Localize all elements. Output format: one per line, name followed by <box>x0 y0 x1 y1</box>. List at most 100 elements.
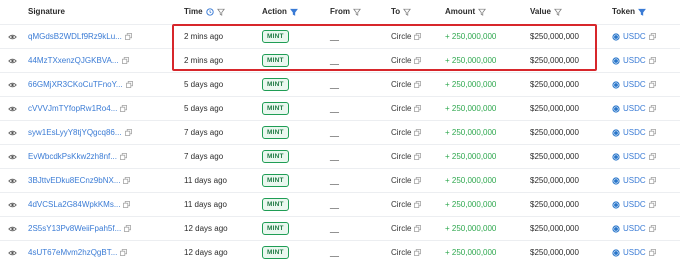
copy-icon[interactable] <box>414 33 422 40</box>
eye-icon[interactable] <box>8 201 17 209</box>
eye-icon[interactable] <box>8 129 17 137</box>
header-signature: Signature <box>28 7 65 16</box>
copy-icon[interactable] <box>648 153 656 160</box>
token-link[interactable]: USDC <box>623 152 646 161</box>
header-value: Value <box>530 7 562 16</box>
copy-icon[interactable] <box>124 225 132 232</box>
signature-link[interactable]: cVVVJmTYfopRw1Ro4... <box>28 104 117 113</box>
value-cell: $250,000,000 <box>530 248 579 257</box>
to-filter-funnel-icon[interactable] <box>403 8 412 16</box>
token-link[interactable]: USDC <box>623 104 646 113</box>
copy-icon[interactable] <box>648 81 656 88</box>
to-cell: Circle <box>391 224 422 233</box>
action-badge: MINT <box>262 54 289 67</box>
token-link[interactable]: USDC <box>623 80 646 89</box>
signature-link[interactable]: 3BJttvEDku8ECnz9bNX... <box>28 176 120 185</box>
copy-icon[interactable] <box>414 177 422 184</box>
amount-cell: + 250,000,000 <box>445 104 497 113</box>
token-link[interactable]: USDC <box>623 128 646 137</box>
copy-icon[interactable] <box>414 201 422 208</box>
clock-icon[interactable] <box>205 7 214 16</box>
copy-icon[interactable] <box>648 177 656 184</box>
signature-link[interactable]: 2S5sY13Pv8WeiiFpah5f... <box>28 224 121 233</box>
copy-icon[interactable] <box>648 249 656 256</box>
eye-icon[interactable] <box>8 225 17 233</box>
token-link[interactable]: USDC <box>623 200 646 209</box>
table-row: 4dVCSLa2G84WpkKMs... 11 days ago MINT __… <box>0 192 680 216</box>
action-badge: MINT <box>262 246 289 259</box>
eye-icon[interactable] <box>8 81 17 89</box>
eye-icon[interactable] <box>8 57 17 65</box>
value-filter-funnel-icon[interactable] <box>553 8 562 16</box>
copy-icon[interactable] <box>414 129 422 136</box>
to-link[interactable]: Circle <box>391 152 411 161</box>
copy-icon[interactable] <box>120 153 127 160</box>
eye-icon[interactable] <box>8 153 17 161</box>
signature-link[interactable]: 4sUT67eMvm2hzQgBT... <box>28 248 117 257</box>
token-link[interactable]: USDC <box>623 176 646 185</box>
header-from: From <box>330 7 361 16</box>
to-link[interactable]: Circle <box>391 80 411 89</box>
to-link[interactable]: Circle <box>391 248 411 257</box>
to-link[interactable]: Circle <box>391 104 411 113</box>
copy-icon[interactable] <box>121 57 129 64</box>
signature-cell: qMGdsB2WDLf9Rz9kLu... <box>28 32 132 41</box>
time-filter-funnel-icon[interactable] <box>216 8 225 16</box>
token-cell: USDC <box>612 80 656 89</box>
to-cell: Circle <box>391 32 422 41</box>
copy-icon[interactable] <box>120 105 128 112</box>
value-cell: $250,000,000 <box>530 152 579 161</box>
to-link[interactable]: Circle <box>391 32 411 41</box>
amount-filter-funnel-icon[interactable] <box>478 8 487 16</box>
copy-icon[interactable] <box>123 177 131 184</box>
copy-icon[interactable] <box>414 153 422 160</box>
eye-icon[interactable] <box>8 33 17 41</box>
copy-icon[interactable] <box>414 225 422 232</box>
eye-icon[interactable] <box>8 105 17 113</box>
copy-icon[interactable] <box>648 225 656 232</box>
copy-icon[interactable] <box>648 201 656 208</box>
copy-icon[interactable] <box>414 105 422 112</box>
token-filter-funnel-icon[interactable] <box>638 8 646 16</box>
copy-icon[interactable] <box>414 57 422 64</box>
copy-icon[interactable] <box>125 81 133 88</box>
copy-icon[interactable] <box>648 33 656 40</box>
token-link[interactable]: USDC <box>623 32 646 41</box>
usdc-icon <box>612 32 620 41</box>
signature-link[interactable]: 66GMjXR3CKoCuTFnoY... <box>28 80 123 89</box>
copy-icon[interactable] <box>124 33 132 40</box>
action-badge: MINT <box>262 174 289 187</box>
copy-icon[interactable] <box>414 249 422 256</box>
to-link[interactable]: Circle <box>391 56 411 65</box>
action-filter-funnel-icon[interactable] <box>289 8 298 16</box>
from-cell: __ <box>330 56 339 65</box>
to-link[interactable]: Circle <box>391 176 411 185</box>
table-row: EvWbcdkPsKkw2zh8nf... 7 days ago MINT __… <box>0 144 680 168</box>
from-cell: __ <box>330 80 339 89</box>
usdc-icon <box>612 224 620 233</box>
signature-link[interactable]: EvWbcdkPsKkw2zh8nf... <box>28 152 117 161</box>
signature-link[interactable]: 44MzTXxenzQJGKBVA... <box>28 56 119 65</box>
eye-icon[interactable] <box>8 177 17 185</box>
token-link[interactable]: USDC <box>623 56 646 65</box>
signature-link[interactable]: 4dVCSLa2G84WpkKMs... <box>28 200 120 209</box>
signature-link[interactable]: syw1EsLyyY8tjYQgcq86... <box>28 128 122 137</box>
copy-icon[interactable] <box>648 57 656 64</box>
signature-cell: syw1EsLyyY8tjYQgcq86... <box>28 128 132 137</box>
to-link[interactable]: Circle <box>391 224 411 233</box>
copy-icon[interactable] <box>120 249 128 256</box>
copy-icon[interactable] <box>648 129 656 136</box>
copy-icon[interactable] <box>124 129 132 136</box>
copy-icon[interactable] <box>123 201 131 208</box>
from-filter-funnel-icon[interactable] <box>353 8 361 16</box>
eye-icon[interactable] <box>8 249 17 257</box>
copy-icon[interactable] <box>648 105 656 112</box>
signature-cell: 4sUT67eMvm2hzQgBT... <box>28 248 128 257</box>
token-link[interactable]: USDC <box>623 248 646 257</box>
copy-icon[interactable] <box>414 81 422 88</box>
signature-link[interactable]: qMGdsB2WDLf9Rz9kLu... <box>28 32 122 41</box>
action-badge: MINT <box>262 150 289 163</box>
to-link[interactable]: Circle <box>391 200 411 209</box>
to-link[interactable]: Circle <box>391 128 411 137</box>
token-link[interactable]: USDC <box>623 224 646 233</box>
